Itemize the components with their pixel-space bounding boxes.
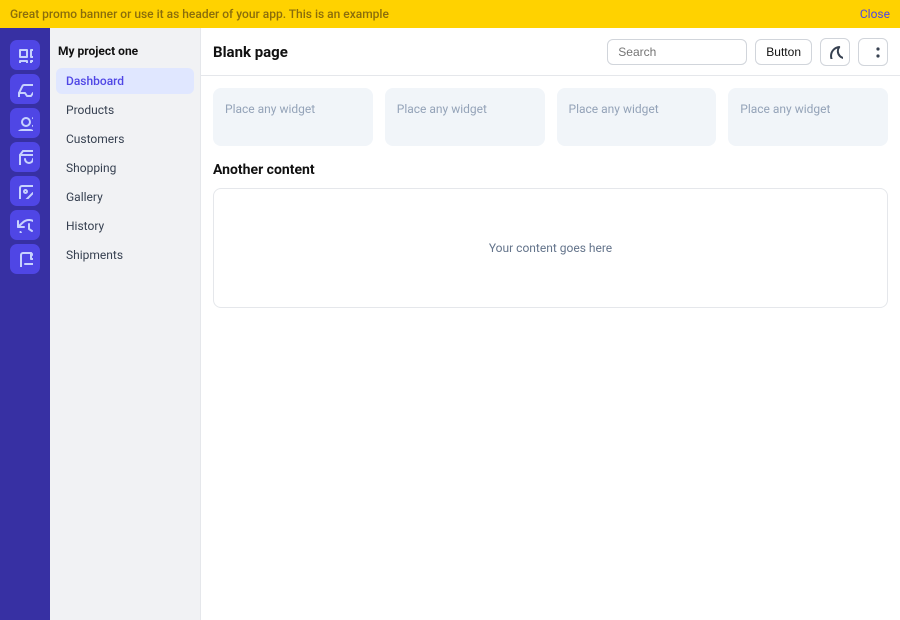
sidebar-item-shopping[interactable]: Shopping: [56, 155, 194, 181]
more-menu-button[interactable]: [858, 38, 888, 66]
sidebar-title: My project one: [56, 40, 194, 68]
sidebar-item-products[interactable]: Products: [56, 97, 194, 123]
sidebar-item-dashboard[interactable]: Dashboard: [56, 68, 194, 94]
users-icon: [17, 115, 33, 131]
sidebar-item-shipments[interactable]: Shipments: [56, 242, 194, 268]
rail-history[interactable]: [10, 210, 40, 240]
content-placeholder-box: Your content goes here: [213, 188, 888, 308]
widget-slot[interactable]: Place any widget: [385, 88, 545, 146]
promo-close-link[interactable]: Close: [860, 7, 890, 21]
rail-documents[interactable]: [10, 244, 40, 274]
header-button[interactable]: Button: [755, 39, 812, 65]
content-placeholder-text: Your content goes here: [489, 241, 612, 255]
image-icon: [17, 183, 33, 199]
widget-slot[interactable]: Place any widget: [728, 88, 888, 146]
theme-toggle-button[interactable]: [820, 38, 850, 66]
rail-shopping[interactable]: [10, 142, 40, 172]
promo-banner: Great promo banner or use it as header o…: [0, 0, 900, 28]
sidebar-item-customers[interactable]: Customers: [56, 126, 194, 152]
sidebar: My project one Dashboard Products Custom…: [50, 28, 200, 620]
widget-slot[interactable]: Place any widget: [557, 88, 717, 146]
content-area: Place any widget Place any widget Place …: [201, 76, 900, 620]
history-icon: [17, 217, 33, 233]
page-title: Blank page: [213, 43, 599, 61]
rail-gallery[interactable]: [10, 176, 40, 206]
widget-slot[interactable]: Place any widget: [213, 88, 373, 146]
widget-row: Place any widget Place any widget Place …: [213, 88, 888, 146]
more-vertical-icon: [866, 44, 881, 59]
document-icon: [17, 251, 33, 267]
main-panel: Blank page Button Place any widget Place…: [200, 28, 900, 620]
moon-icon: [828, 44, 843, 59]
rail-inbox[interactable]: [10, 74, 40, 104]
topbar: Blank page Button: [201, 28, 900, 76]
rail-users[interactable]: [10, 108, 40, 138]
promo-text: Great promo banner or use it as header o…: [10, 7, 389, 21]
search-input[interactable]: [607, 39, 747, 65]
section-title: Another content: [213, 162, 888, 178]
rail-dashboard[interactable]: [10, 40, 40, 70]
sidebar-item-history[interactable]: History: [56, 213, 194, 239]
app-layout: My project one Dashboard Products Custom…: [0, 28, 900, 620]
sidebar-item-gallery[interactable]: Gallery: [56, 184, 194, 210]
nav-rail: [0, 28, 50, 620]
grid-icon: [17, 47, 33, 63]
inbox-icon: [17, 81, 33, 97]
shopping-bag-icon: [17, 149, 33, 165]
